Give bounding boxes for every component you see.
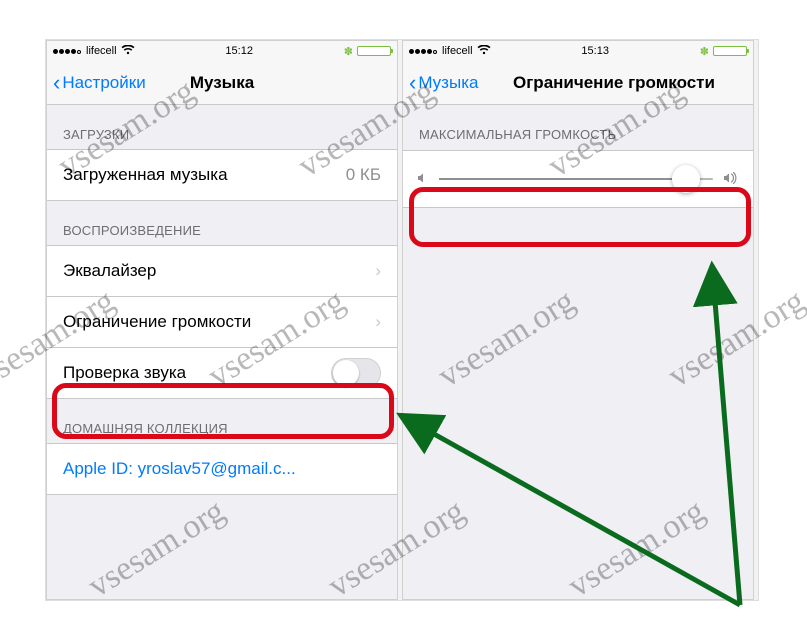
volume-slider[interactable] [439,178,713,180]
battery-icon [713,46,747,56]
section-home-sharing: ДОМАШНЯЯ КОЛЛЕКЦИЯ [47,399,397,444]
carrier-label: lifecell [86,45,117,57]
battery-icon [357,46,391,56]
row-equalizer[interactable]: Эквалайзер › [47,245,397,297]
signal-dots-icon [409,45,438,57]
back-label: Музыка [418,73,478,93]
cell-label: Загруженная музыка [63,165,228,185]
section-max-volume: МАКСИМАЛЬНАЯ ГРОМКОСТЬ [403,105,753,150]
row-volume-limit[interactable]: Ограничение громкости › [47,296,397,348]
sound-check-toggle[interactable] [331,358,381,388]
volume-high-icon [723,171,739,188]
battery-indicator: ✽ [344,45,391,58]
stage: lifecell 15:12 ✽ ‹ Настройки Музыка ЗАГР… [46,40,758,600]
bluetooth-icon: ✽ [344,45,353,58]
nav-bar: ‹ Музыка Ограничение громкости [403,61,753,105]
section-playback: ВОСПРОИЗВЕДЕНИЕ [47,201,397,246]
nav-title: Ограничение громкости [513,73,747,93]
section-downloads: ЗАГРУЗКИ [47,105,397,150]
chevron-left-icon: ‹ [409,72,416,94]
back-button[interactable]: ‹ Музыка [403,72,478,94]
cell-label: Проверка звука [63,363,186,383]
row-downloaded-music[interactable]: Загруженная музыка 0 КБ [47,149,397,201]
row-sound-check[interactable]: Проверка звука [47,347,397,399]
slider-thumb[interactable] [672,165,700,193]
volume-low-icon [417,171,429,188]
status-bar: lifecell 15:13 ✽ [403,41,753,61]
status-bar: lifecell 15:12 ✽ [47,41,397,61]
clock: 15:12 [225,45,253,57]
clock: 15:13 [581,45,609,57]
row-apple-id[interactable]: Apple ID: yroslav57@gmail.c... [47,443,397,495]
cell-label: Эквалайзер [63,261,156,281]
row-volume-slider [403,150,753,208]
nav-bar: ‹ Настройки Музыка [47,61,397,105]
cell-label: Ограничение громкости [63,312,251,332]
chevron-left-icon: ‹ [53,72,60,94]
cell-label: Apple ID: yroslav57@gmail.c... [63,459,296,479]
chevron-right-icon: › [375,312,381,332]
back-label: Настройки [62,73,145,93]
back-button[interactable]: ‹ Настройки [47,72,146,94]
bluetooth-icon: ✽ [700,45,709,58]
phone-volume-limit: lifecell 15:13 ✽ ‹ Музыка Ограничение гр… [402,40,754,600]
phone-music-settings: lifecell 15:12 ✽ ‹ Настройки Музыка ЗАГР… [46,40,398,600]
carrier-label: lifecell [442,45,473,57]
wifi-icon [121,45,135,58]
battery-indicator: ✽ [700,45,747,58]
cell-value: 0 КБ [346,165,381,185]
wifi-icon [477,45,491,58]
chevron-right-icon: › [375,261,381,281]
signal-dots-icon [53,45,82,57]
